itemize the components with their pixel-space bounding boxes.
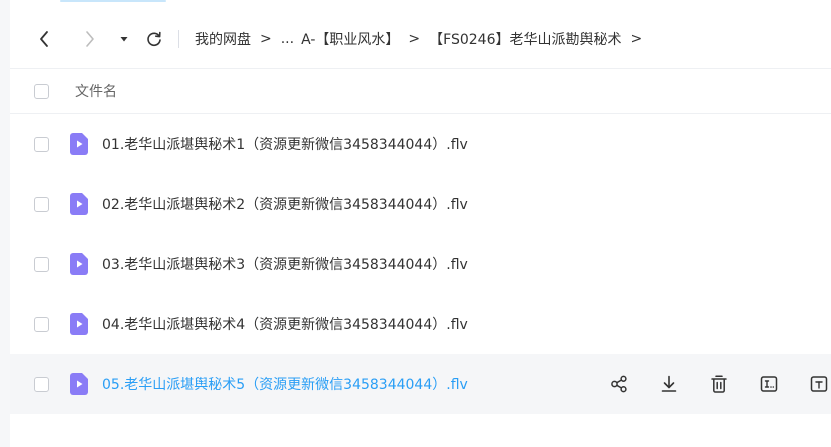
delete-button[interactable] [708,373,730,395]
file-list-header: 文件名 [10,69,831,114]
path-toolbar: 我的网盘 > ... A-【职业风水】 > 【FS0246】老华山派勘舆秘术 > [10,10,831,69]
left-sidebar-edge [0,0,10,447]
video-file-icon [70,373,88,395]
video-file-icon [70,133,88,155]
row-checkbox[interactable] [34,196,49,212]
file-row[interactable]: 02.老华山派堪舆秘术2（资源更新微信3458344044）.flv [10,174,831,234]
back-button[interactable] [32,27,56,51]
chevron-right-icon [86,31,94,47]
trash-icon [711,375,727,393]
download-icon [661,375,677,392]
share-button[interactable] [608,373,630,395]
file-name[interactable]: 03.老华山派堪舆秘术3（资源更新微信3458344044）.flv [102,254,468,274]
breadcrumb-ellipsis[interactable]: ... [281,31,294,47]
row-action-bar [608,354,830,414]
breadcrumb-separator: > [260,31,272,47]
download-button[interactable] [658,373,680,395]
rename-button[interactable] [758,373,780,395]
breadcrumb-root[interactable]: 我的网盘 [195,29,251,49]
more-actions-button[interactable] [808,373,830,395]
forward-button[interactable] [78,27,102,51]
file-name[interactable]: 04.老华山派堪舆秘术4（资源更新微信3458344044）.flv [102,314,468,334]
file-name[interactable]: 02.老华山派堪舆秘术2（资源更新微信3458344044）.flv [102,194,468,214]
row-checkbox[interactable] [34,256,49,272]
breadcrumb-trailing-separator[interactable]: > [630,31,642,47]
select-all-checkbox[interactable] [34,83,49,99]
active-tab-indicator [60,0,166,2]
breadcrumb-folder-current[interactable]: 【FS0246】老华山派勘舆秘术 [429,29,621,49]
file-row[interactable]: 04.老华山派堪舆秘术4（资源更新微信3458344044）.flv [10,294,831,354]
rename-icon [760,376,778,392]
row-checkbox[interactable] [34,316,49,332]
file-row-hovered[interactable]: 05.老华山派堪舆秘术5（资源更新微信3458344044）.flv [10,354,831,414]
refresh-button[interactable] [142,27,166,51]
toolbar-divider [178,30,179,48]
breadcrumb: 我的网盘 > ... A-【职业风水】 > 【FS0246】老华山派勘舆秘术 > [195,29,651,49]
refresh-icon [147,31,161,47]
file-row[interactable]: 01.老华山派堪舆秘术1（资源更新微信3458344044）.flv [10,114,831,174]
file-list: 01.老华山派堪舆秘术1（资源更新微信3458344044）.flv 02.老华… [10,114,831,414]
breadcrumb-separator: > [408,31,421,47]
row-checkbox[interactable] [34,376,49,392]
file-name[interactable]: 01.老华山派堪舆秘术1（资源更新微信3458344044）.flv [102,134,468,154]
more-icon [810,376,828,392]
file-name[interactable]: 05.老华山派堪舆秘术5（资源更新微信3458344044）.flv [102,374,468,394]
file-row[interactable]: 03.老华山派堪舆秘术3（资源更新微信3458344044）.flv [10,234,831,294]
chevron-left-icon [40,31,48,47]
share-icon [611,375,627,393]
caret-down-icon [120,37,128,42]
file-browser: 我的网盘 > ... A-【职业风水】 > 【FS0246】老华山派勘舆秘术 >… [0,0,831,447]
video-file-icon [70,193,88,215]
video-file-icon [70,253,88,275]
row-checkbox[interactable] [34,136,49,152]
video-file-icon [70,313,88,335]
breadcrumb-folder-career[interactable]: A-【职业风水】 [301,29,399,49]
column-header-filename[interactable]: 文件名 [75,81,117,101]
history-dropdown-button[interactable] [112,27,136,51]
